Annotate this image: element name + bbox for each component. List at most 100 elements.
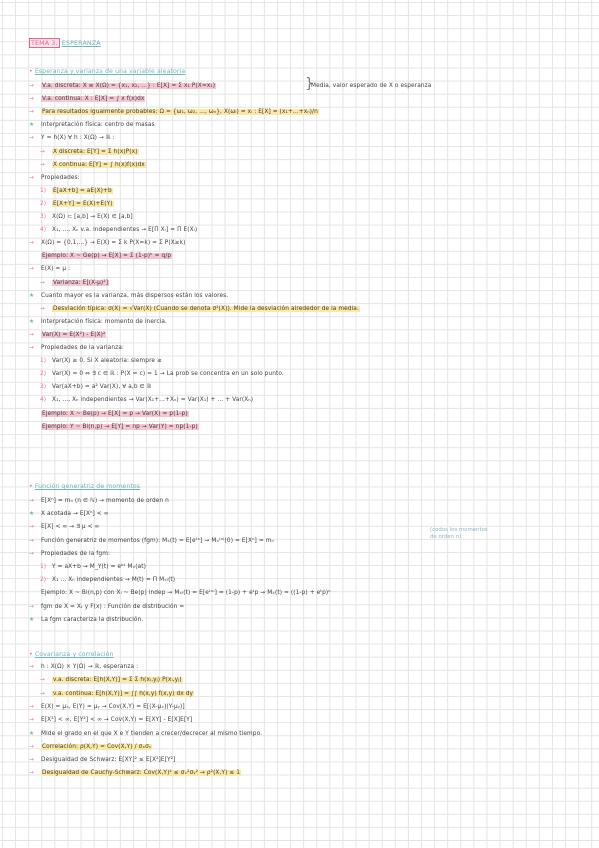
note-line: ★ Interpretación física: centro de masas (29, 121, 155, 129)
list-marker: 1) (40, 358, 47, 365)
list-marker: 1) (40, 564, 47, 570)
section-heading-fgm: • Función generatriz de momentos (29, 483, 140, 491)
arrow-icon: → (29, 135, 34, 142)
note-text: Desviación típica: σ(X) = √Var(X) (Cuand… (52, 305, 360, 312)
note-line: 1) E[aX+b] = aE(X)+b (40, 187, 113, 195)
note-line: ★ Mide el grado en el que X e Y tienden a… (29, 730, 262, 738)
section-heading-esperanza: • Esperanza y varianza de una variable a… (29, 68, 185, 76)
list-marker: 4) (40, 227, 47, 234)
note-text: Y = aX+b → M_Y(t) = eᵇᵗ Mₓ(at) (52, 564, 146, 570)
note-text: Ejemplo: X ~ Ge(p) → E[X] = Σ (1-p)ᵏ = q… (41, 253, 173, 260)
note-line: → fgm de X = Xₜ y F(x) : Función de distr… (29, 603, 184, 611)
arrow-icon: → (29, 717, 34, 724)
note-line: → Propiedades: (29, 174, 80, 182)
note-line: → Var(X) = E(X²) - E(X)² (29, 331, 107, 339)
note-line: → E(X) = μₓ, E(Y) = μᵧ → Cov(X,Y) = E[(X-… (29, 703, 185, 711)
section-title: Función generatriz de momentos (34, 483, 141, 490)
note-text: Interpretación física: momento de inerci… (41, 318, 167, 325)
arrow-icon: → (29, 498, 34, 504)
note-text: Ejemplo: X ~ Bi(n,p) con Xᵢ ~ Be(p) inde… (41, 590, 331, 597)
arrow-icon: → (40, 305, 45, 312)
note-text: Y = h(X) ∀ h : X(Ω) → ℝ : (41, 135, 115, 142)
note-text: V.a. continua: X : E[X] = ∫ x f(x)dx (41, 96, 146, 103)
arrow-icon: → (29, 96, 34, 103)
note-line: ★ X acotada → E[Xⁿ] < ∞ (29, 510, 109, 518)
note-text: X(Ω) ⊂ [a,b] → E(X) ∈ [a,b] (52, 214, 133, 220)
note-text: Ejemplo: Y ~ Bi(n,p) → E[Y] = np → Var(Y… (41, 423, 199, 430)
note-text: Var(X) ≥ 0. Si X aleatoria: siempre ≥ (52, 358, 162, 365)
note-line: → Función generatriz de momentos (fgm): M… (29, 537, 274, 545)
arrow-icon: → (40, 148, 45, 155)
note-line: 2) E[X+Y] = E(X)+E(Y) (40, 200, 114, 208)
note-text: X₁ ... Xₙ independientes → M(t) = Π Mₓᵢ(… (52, 577, 176, 584)
list-marker: 2) (40, 200, 47, 207)
note-line: → V.a. discreta: X ≡ X(Ω) = {x₁, x₂, ...}… (29, 82, 217, 90)
note-line: → Varianza: E[(X-μ)²] (40, 279, 110, 287)
notes-page: TEMA 3. ESPERANZA • Esperanza y varianza… (0, 0, 599, 848)
arrow-icon: → (29, 537, 34, 544)
note-text: E[X] < ∞ → ∃ μ < ∞ (41, 524, 100, 531)
topic-tag: TEMA 3. (29, 38, 60, 48)
arrow-icon: → (29, 603, 34, 610)
arrow-icon: → (29, 770, 34, 777)
note-line: → E[X] < ∞ → ∃ μ < ∞ (29, 523, 99, 531)
note-line: → Para resultados igualmente probables: Ω… (29, 108, 319, 116)
star-icon: ★ (29, 730, 35, 737)
arrow-icon: → (29, 266, 34, 273)
list-marker: 3) (40, 384, 47, 391)
note-line: 1) Var(X) ≥ 0. Si X aleatoria: siempre ≥ (40, 357, 162, 365)
note-line: ★ Cuanto mayor es la varianza, más disper… (29, 292, 228, 300)
section-title: Covarianza y correlación (34, 651, 114, 658)
note-line: → Propiedades de la fgm: (29, 550, 110, 558)
note-text: Propiedades de la fgm: (41, 550, 111, 557)
note-text: Para resultados igualmente probables: Ω … (41, 109, 319, 116)
note-text: E[aX+b] = aE(X)+b (52, 187, 113, 194)
arrow-icon: → (29, 664, 34, 670)
note-text: Var(X) = E(X²) - E(X)² (41, 331, 107, 338)
arrow-icon: → (40, 690, 45, 697)
note-line: → X discreta: E[Y] = Σ h(x)P(x) (40, 148, 139, 156)
list-marker: 4) (40, 397, 47, 404)
note-text: Correlación: ρ(X,Y) = Cov(X,Y) / σₓσᵧ (41, 743, 153, 750)
note-line: 1) Y = aX+b → M_Y(t) = eᵇᵗ Mₓ(at) (40, 563, 146, 571)
note-line: → Y = h(X) ∀ h : X(Ω) → ℝ : (29, 134, 115, 142)
note-line: → X(Ω) = {0,1,...} → E(X) = Σ k P(X=k) = … (29, 239, 186, 247)
note-text: Desigualdad de Schwarz: E[XY]² ≤ E[X²]E[… (41, 757, 176, 764)
note-line: → E[Xⁿ] = mₙ (n ∈ ℕ) → momento de orden n (29, 497, 169, 505)
note-text: Varianza: E[(X-μ)²] (52, 279, 110, 286)
note-text: Mide el grado en el que X e Y tienden a … (41, 730, 263, 737)
note-text: E[Xⁿ] = mₙ (n ∈ ℕ) → momento de orden n (41, 498, 169, 504)
note-line: 2) Var(X) = 0 ⇔ ∃ c ∈ ℝ : P(X = c) = 1 → … (40, 370, 284, 378)
note-line: 3) X(Ω) ⊂ [a,b] → E(X) ∈ [a,b] (40, 213, 133, 221)
star-icon: ★ (29, 616, 35, 623)
note-text: Desigualdad de Cauchy-Schwarz: Cov(X,Y)²… (41, 770, 242, 777)
arrow-icon: → (29, 345, 34, 351)
note-text: X acotada → E[Xⁿ] < ∞ (41, 511, 109, 518)
page-header: TEMA 3. ESPERANZA (29, 38, 101, 48)
note-text: X₁, ..., Xₙ v.a. independientes → E[Π Xᵢ… (52, 227, 198, 234)
note-line: → h : X(Ω) × Y(Ω) → ℝ, esperanza : (29, 663, 138, 671)
arrow-icon: → (29, 524, 34, 531)
section-title: Esperanza y varianza de una variable ale… (34, 68, 186, 75)
note-text: Ejemplo: X ~ Be(p) → E[X] = p → Var(X) =… (41, 410, 189, 417)
note-text: Cuanto mayor es la varianza, más dispers… (41, 292, 229, 299)
arrow-icon: → (29, 757, 34, 764)
note-line: 3) Var(aX+b) = a² Var(X), ∀ a,b ∈ ℝ (40, 383, 151, 391)
note-line: → v.a. continua: E[h(X,Y)] = ∫∫ h(x,y) f(… (40, 690, 195, 698)
note-text: Función generatriz de momentos (fgm): Mₓ… (41, 537, 274, 544)
list-marker: 1) (40, 187, 47, 194)
note-line: Ejemplo: X ~ Be(p) → E[X] = p → Var(X) =… (29, 410, 189, 418)
note-text: V.a. discreta: X ≡ X(Ω) = {x₁, x₂, ...} … (41, 83, 217, 89)
note-line: → Propiedades de la varianza: (29, 344, 124, 352)
arrow-icon: → (29, 743, 34, 750)
arrow-icon: → (29, 83, 34, 89)
note-text: X(Ω) = {0,1,...} → E(X) = Σ k P(X=k) = Σ… (41, 240, 186, 247)
arrow-icon: → (29, 109, 34, 116)
side-note-line: (codos los momentos (430, 527, 488, 533)
note-text: E[X+Y] = E(X)+E(Y) (52, 200, 114, 207)
note-line: → Desigualdad de Schwarz: E[XY]² ≤ E[X²]E… (29, 756, 175, 764)
note-line: ★ Interpretación física: momento de inerc… (29, 318, 167, 326)
note-text: fgm de X = Xₜ y F(x) : Función de distri… (41, 603, 185, 610)
note-line: → v.a. discreta: E[h(X,Y)] = Σ Σ h(xᵢ,yⱼ)… (40, 676, 183, 684)
note-line: → E[X²] < ∞, E[Y²] < ∞ → Cov(X,Y) = E[XY]… (29, 716, 192, 724)
